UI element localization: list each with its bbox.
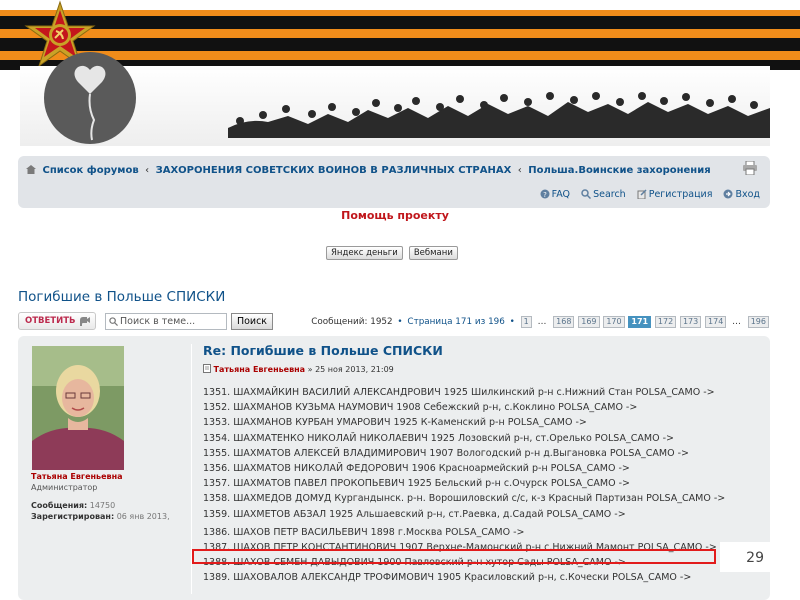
breadcrumb-separator: ‹ [145,165,150,176]
donate-title: Помощь проекту [341,209,449,222]
post: Татьяна Евгеньевна Администратор Сообщен… [18,336,770,600]
search-link[interactable]: Search [581,189,629,200]
user-links: ? FAQ Search Регистрация Вход [532,189,760,200]
list-item: 1356. ШАХМАТОВ НИКОЛАЙ ФЕДОРОВИЧ 1906 Кр… [203,462,630,474]
post-count: Сообщений: 1952 [311,317,393,327]
registered-label: Зарегистрирован: [31,512,115,521]
faq-link[interactable]: ? FAQ [540,189,573,200]
list-item: 1354. ШАХМАТЕНКО НИКОЛАЙ НИКОЛАЕВИЧ 1925… [203,432,674,444]
author-rank: Администратор [31,483,98,492]
login-link[interactable]: Вход [723,189,760,200]
donate-buttons: Яндекс деньги Вебмани [326,240,459,260]
author-messages: Сообщения: 14750 [31,501,115,510]
author-registered: Зарегистрирован: 06 янв 2013, [31,512,170,521]
site-header [0,0,800,150]
registered-value: 06 янв 2013, [116,512,170,521]
list-item: 1359. ШАХМЕТОВ АБЗАЛ 1925 Альшаевский р-… [203,508,626,520]
list-item: 1389. ШАХОВАЛОВ АЛЕКСАНДР ТРОФИМОВИЧ 190… [203,572,692,584]
post-date: » 25 ноя 2013, 21:09 [307,365,394,374]
search-label: Search [593,189,626,200]
crowd-silhouette [228,92,770,138]
messages-label: Сообщения: [31,501,88,510]
svg-text:?: ? [543,191,547,199]
list-item: 1351. ШАХМАЙКИН ВАСИЛИЙ АЛЕКСАНДРОВИЧ 19… [203,387,715,398]
list-item: 1386. ШАХОВ ПЕТР ВАСИЛЬЕВИЧ 1898 г.Москв… [203,526,525,538]
breadcrumb-item-forums[interactable]: Список форумов [42,165,138,176]
breadcrumb-item-category[interactable]: ЗАХОРОНЕНИЯ СОВЕТСКИХ ВОИНОВ В РАЗЛИЧНЫХ… [156,165,512,176]
slide-number: 29 [720,542,770,572]
page-link[interactable]: 172 [654,316,677,328]
page-link[interactable]: 170 [603,316,625,328]
login-label: Вход [735,189,760,200]
reply-label: ОТВЕТИТЬ [25,316,76,326]
page-link[interactable]: 1 [520,316,532,328]
highlight-frame [192,549,716,564]
post-icon[interactable] [203,364,211,373]
navbar: Список форумов ‹ ЗАХОРОНЕНИЯ СОВЕТСКИХ В… [18,156,770,208]
breadcrumb-separator: ‹ [517,165,522,176]
magnifier-icon [109,317,118,326]
page-link[interactable]: 174 [705,316,727,328]
list-item: 1358. ШАХМЕДОВ ДОМУД Кургандынск. р-н. В… [203,493,726,505]
faq-label: FAQ [551,189,571,200]
page-link[interactable]: 168 [553,316,575,328]
avatar[interactable] [32,346,124,470]
register-link[interactable]: Регистрация [637,189,716,200]
list-item: 1355. ШАХМАТОВ АЛЕКСЕЙ ВЛАДИМИРОВИЧ 1907… [203,447,689,459]
register-label: Регистрация [648,189,713,200]
messages-value: 14750 [89,501,116,510]
page-info[interactable]: Страница 171 из 196 [407,317,504,327]
login-icon [723,189,733,199]
list-item: 1353. ШАХМАНОВ КУРБАН УМАРОВИЧ 1925 К-Ка… [203,417,587,429]
list-item: 1357. ШАХМАТОВ ПАВЕЛ ПРОКОПЬЕВИЧ 1925 Бе… [203,478,630,490]
page-current: 171 [628,316,652,328]
topic-search-input[interactable]: Поиск в теме... [105,313,227,330]
post-title[interactable]: Re: Погибшие в Польше СПИСКИ [203,343,443,358]
breadcrumb: Список форумов ‹ ЗАХОРОНЕНИЯ СОВЕТСКИХ В… [26,165,711,176]
pagination: Сообщений: 1952 • Страница 171 из 196 • … [311,316,769,328]
reply-icon [80,317,90,326]
reply-button[interactable]: ОТВЕТИТЬ [18,312,96,330]
site-logo [44,52,136,144]
post-author[interactable]: Татьяна Евгеньевна [214,365,306,374]
webmoney-button[interactable]: Вебмани [408,246,458,260]
register-icon [637,189,647,200]
page-link[interactable]: 196 [747,316,769,328]
post-meta: Татьяна Евгеньевна » 25 ноя 2013, 21:09 [203,364,394,374]
topic-search-button[interactable]: Поиск [231,313,273,330]
search-placeholder: Поиск в теме... [120,316,196,327]
breadcrumb-item-forum[interactable]: Польша.Воинские захоронения [528,165,710,176]
author-name[interactable]: Татьяна Евгеньевна [31,472,123,481]
list-item: 1352. ШАХМАНОВ КУЗЬМА НАУМОВИЧ 1908 Себе… [203,402,638,414]
search-icon [581,189,592,200]
topic-title[interactable]: Погибшие в Польше СПИСКИ [18,289,225,305]
print-icon[interactable] [742,161,758,175]
yandex-money-button[interactable]: Яндекс деньги [326,246,403,260]
page-link[interactable]: 173 [679,316,702,328]
home-icon[interactable] [26,165,36,174]
page-link[interactable]: 169 [578,316,600,328]
faq-icon: ? [540,189,550,199]
